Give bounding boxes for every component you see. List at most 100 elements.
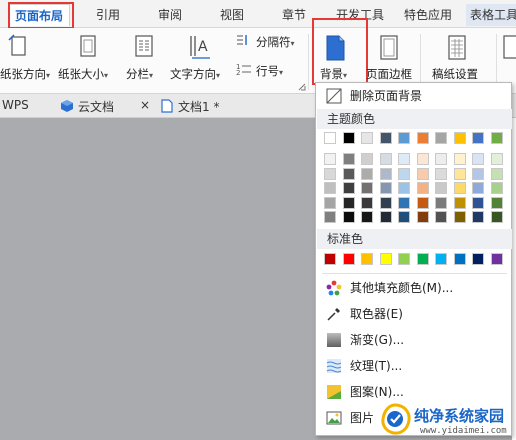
tab-view[interactable]: 视图 <box>212 4 252 26</box>
paper-direction-button[interactable]: 纸张方向▾ <box>0 66 50 82</box>
theme-shade-swatch[interactable] <box>453 167 466 180</box>
tab-references[interactable]: 引用 <box>88 4 128 26</box>
theme-shade-swatch[interactable] <box>342 196 355 209</box>
watermark-logo-icon <box>381 403 411 435</box>
theme-shade-swatch[interactable] <box>361 196 373 209</box>
theme-shade-swatch[interactable] <box>453 153 466 165</box>
theme-shade-swatch[interactable] <box>379 196 392 209</box>
theme-shade-swatch[interactable] <box>398 153 410 165</box>
theme-color-swatch[interactable] <box>416 132 429 144</box>
text-direction-label: 文字方向 <box>170 67 216 81</box>
theme-shade-swatch[interactable] <box>472 182 484 194</box>
theme-shade-swatch[interactable] <box>324 182 336 194</box>
tab-review[interactable]: 审阅 <box>150 4 190 26</box>
standard-color-swatch[interactable] <box>435 253 447 265</box>
theme-shade-swatch[interactable] <box>472 167 484 180</box>
tab-table-tools[interactable]: 表格工具 <box>466 4 516 26</box>
theme-shade-swatch[interactable] <box>435 211 447 223</box>
theme-color-swatch[interactable] <box>324 132 336 144</box>
theme-shade-swatch[interactable] <box>416 211 429 223</box>
doc-tab-close[interactable]: × <box>140 98 150 112</box>
theme-color-swatch[interactable] <box>398 132 410 144</box>
theme-color-swatch[interactable] <box>379 132 392 144</box>
tab-features[interactable]: 特色应用 <box>398 4 458 26</box>
theme-shade-swatch[interactable] <box>324 211 336 223</box>
standard-color-swatch[interactable] <box>490 253 503 265</box>
theme-shade-swatch[interactable] <box>490 196 503 209</box>
theme-shade-swatch[interactable] <box>490 167 503 180</box>
theme-shade-swatch[interactable] <box>416 167 429 180</box>
standard-color-swatch[interactable] <box>416 253 429 265</box>
theme-shade-swatch[interactable] <box>379 153 392 165</box>
theme-shade-swatch[interactable] <box>324 196 336 209</box>
theme-shade-swatch[interactable] <box>472 196 484 209</box>
standard-color-swatch[interactable] <box>324 253 336 265</box>
document-icon <box>161 99 173 113</box>
theme-color-swatch[interactable] <box>361 132 373 144</box>
standard-color-swatch[interactable] <box>472 253 484 265</box>
theme-shade-swatch[interactable] <box>435 196 447 209</box>
theme-shade-swatch[interactable] <box>379 211 392 223</box>
theme-shade-swatch[interactable] <box>472 153 484 165</box>
theme-shade-swatch[interactable] <box>342 182 355 194</box>
standard-color-swatch[interactable] <box>361 253 373 265</box>
dialog-launcher-icon[interactable] <box>298 83 306 91</box>
theme-shade-swatch[interactable] <box>472 211 484 223</box>
theme-shade-swatch[interactable] <box>342 211 355 223</box>
theme-shade-swatch[interactable] <box>490 182 503 194</box>
tab-page-layout[interactable]: 页面布局 <box>8 4 70 26</box>
manuscript-button[interactable]: 稿纸设置 <box>432 66 478 82</box>
theme-shade-swatch[interactable] <box>361 167 373 180</box>
menu-item-color-picker[interactable]: 取色器(E) <box>316 301 511 327</box>
theme-shade-swatch[interactable] <box>324 153 336 165</box>
background-button[interactable]: 背景▾ <box>320 66 347 82</box>
standard-color-swatch[interactable] <box>342 253 355 265</box>
standard-color-swatch[interactable] <box>453 253 466 265</box>
menu-item-remove-background[interactable]: 删除页面背景 <box>316 83 511 109</box>
page-border-button[interactable]: 页面边框 <box>366 66 412 82</box>
theme-shade-swatch[interactable] <box>361 153 373 165</box>
theme-shade-swatch[interactable] <box>398 196 410 209</box>
theme-shade-swatch[interactable] <box>379 182 392 194</box>
theme-shade-swatch[interactable] <box>490 153 503 165</box>
theme-color-swatch[interactable] <box>472 132 484 144</box>
standard-color-swatch[interactable] <box>398 253 410 265</box>
theme-shade-swatch[interactable] <box>453 196 466 209</box>
standard-color-swatch[interactable] <box>379 253 392 265</box>
theme-shade-swatch[interactable] <box>416 196 429 209</box>
theme-shade-swatch[interactable] <box>342 153 355 165</box>
theme-shade-swatch[interactable] <box>398 211 410 223</box>
menu-item-gradient[interactable]: 渐变(G)... <box>316 327 511 353</box>
text-direction-button[interactable]: 文字方向▾ <box>170 66 220 82</box>
columns-button[interactable]: 分栏▾ <box>126 66 153 82</box>
theme-shade-swatch[interactable] <box>435 167 447 180</box>
menu-item-texture[interactable]: 纹理(T)... <box>316 353 511 379</box>
theme-shade-swatch[interactable] <box>361 182 373 194</box>
theme-shade-swatch[interactable] <box>324 167 336 180</box>
doc-tab-cloud[interactable]: 云文档 <box>78 98 114 115</box>
theme-shade-swatch[interactable] <box>361 211 373 223</box>
theme-shade-swatch[interactable] <box>379 167 392 180</box>
menu-item-more-colors[interactable]: 其他填充颜色(M)... <box>316 275 511 301</box>
theme-shade-swatch[interactable] <box>342 167 355 180</box>
theme-shade-swatch[interactable] <box>398 167 410 180</box>
line-number-button[interactable]: 行号▾ <box>256 63 283 79</box>
theme-shade-swatch[interactable] <box>416 153 429 165</box>
theme-color-swatch[interactable] <box>453 132 466 144</box>
theme-color-swatch[interactable] <box>435 132 447 144</box>
paper-size-button[interactable]: 纸张大小▾ <box>58 66 108 82</box>
theme-shade-swatch[interactable] <box>490 211 503 223</box>
theme-shade-swatch[interactable] <box>453 211 466 223</box>
theme-shade-swatch[interactable] <box>453 182 466 194</box>
doc-tab-wps[interactable]: WPS <box>2 98 29 112</box>
tab-section[interactable]: 章节 <box>274 4 314 26</box>
tab-developer[interactable]: 开发工具 <box>330 4 390 26</box>
separator-button[interactable]: 分隔符▾ <box>256 34 295 50</box>
theme-shade-swatch[interactable] <box>435 153 447 165</box>
theme-color-swatch[interactable] <box>490 132 503 144</box>
theme-shade-swatch[interactable] <box>416 182 429 194</box>
theme-shade-swatch[interactable] <box>435 182 447 194</box>
theme-color-swatch[interactable] <box>342 132 355 144</box>
doc-tab-document1[interactable]: 文档1 * <box>178 98 219 115</box>
theme-shade-swatch[interactable] <box>398 182 410 194</box>
